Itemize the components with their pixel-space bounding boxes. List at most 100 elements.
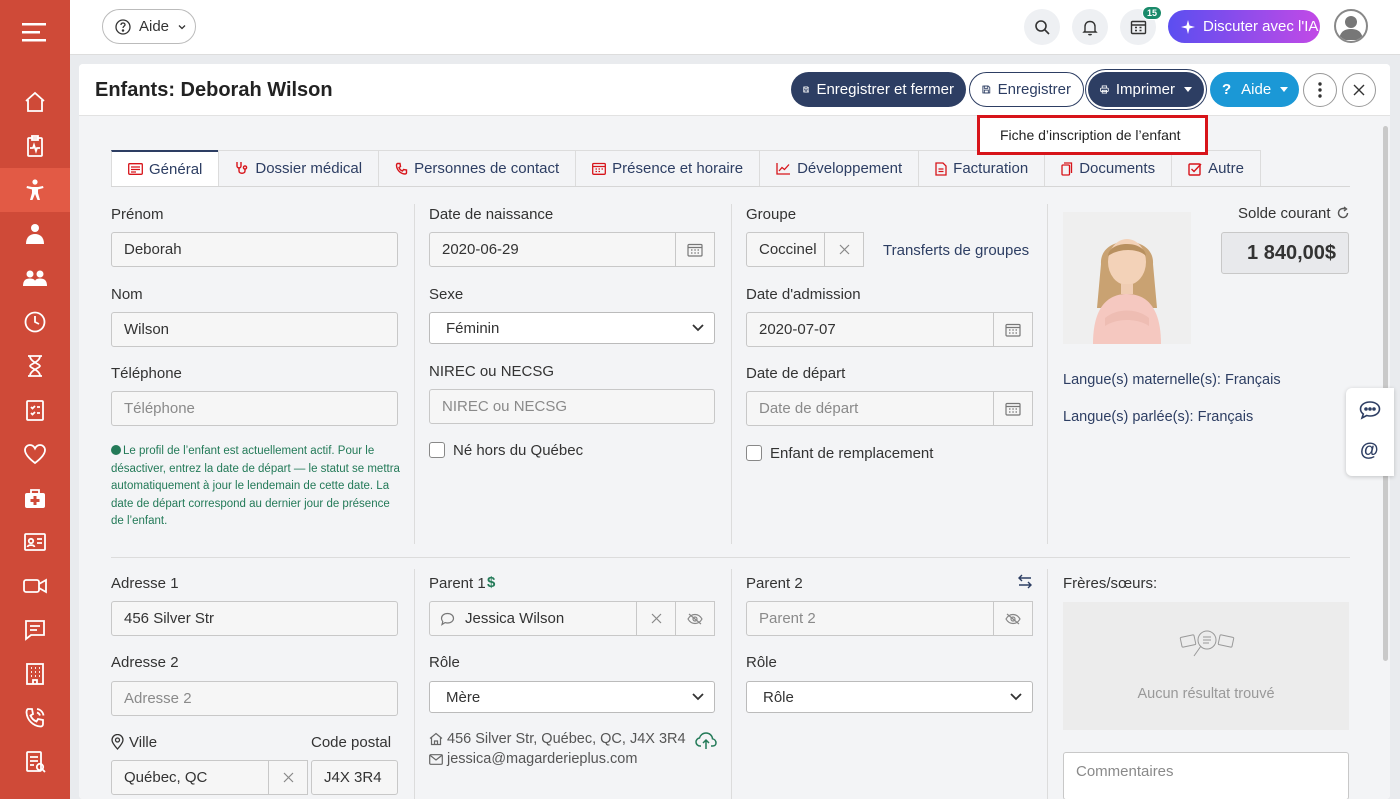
phone-icon <box>395 162 408 175</box>
postal-code-label: Code postal <box>311 734 392 751</box>
active-status-note: Le profil de l’enfant est actuellement a… <box>111 443 403 531</box>
admission-date-picker[interactable] <box>993 312 1033 347</box>
search-icon <box>1035 20 1050 35</box>
born-outside-quebec-checkbox[interactable] <box>429 442 445 458</box>
departure-date-picker[interactable] <box>993 391 1033 426</box>
more-options-button[interactable] <box>1303 73 1337 107</box>
section-divider <box>111 557 1350 558</box>
at-sign-icon[interactable]: @ <box>1360 440 1379 462</box>
tab-attendance-schedule[interactable]: Présence et horaire <box>575 150 761 186</box>
nirec-label: NIREC ou NECSG <box>429 363 555 380</box>
city-input[interactable]: Québec, QC <box>111 760 308 795</box>
floating-side-panel: @ <box>1346 388 1394 476</box>
building-icon[interactable] <box>0 652 70 696</box>
tab-documents[interactable]: Documents <box>1044 150 1173 186</box>
video-icon[interactable] <box>0 564 70 608</box>
tab-label: Développement <box>797 160 903 177</box>
date-of-birth-input[interactable]: 2020-06-29 <box>429 232 715 267</box>
help-button[interactable]: ? Aide <box>1210 72 1299 107</box>
parent2-role-select[interactable]: Rôle <box>746 681 1033 713</box>
first-name-input[interactable]: Deborah <box>111 232 398 267</box>
clear-parent1-button[interactable] <box>636 601 676 636</box>
child-portrait-image <box>1063 212 1191 344</box>
hide-parent2-button[interactable] <box>993 601 1033 636</box>
save-button[interactable]: Enregistrer <box>969 72 1084 107</box>
departure-date-input[interactable]: Date de départ <box>746 391 1033 426</box>
save-and-close-button[interactable]: Enregistrer et fermer <box>791 72 966 107</box>
group-icon[interactable] <box>0 256 70 300</box>
phone-icon[interactable] <box>0 696 70 740</box>
clock-icon[interactable] <box>0 300 70 344</box>
last-name-label: Nom <box>111 286 143 303</box>
notifications-button[interactable] <box>1072 9 1108 45</box>
sex-select[interactable]: Féminin <box>429 312 715 344</box>
tab-label: Facturation <box>953 160 1029 177</box>
group-transfers-link[interactable]: Transferts de groupes <box>883 242 1029 259</box>
postal-code-value: J4X 3R4 <box>324 769 382 786</box>
home-icon[interactable] <box>0 80 70 124</box>
tab-contact-persons[interactable]: Personnes de contact <box>378 150 577 186</box>
mother-tongue-info: Langue(s) maternelle(s): Français <box>1063 372 1281 388</box>
help-dropdown[interactable]: Aide <box>102 9 196 44</box>
print-menu-item-registration-form[interactable]: Fiche d’inscription de l’enfant <box>977 115 1208 155</box>
replacement-child-checkbox[interactable] <box>746 445 762 461</box>
child-icon[interactable] <box>0 168 70 212</box>
group-select[interactable]: Coccinel <box>746 232 864 267</box>
parent1-select[interactable]: Jessica Wilson <box>429 601 715 636</box>
cloud-upload-icon[interactable] <box>695 732 717 750</box>
parent2-placeholder: Parent 2 <box>759 610 816 627</box>
chevron-down-icon <box>178 24 186 29</box>
message-icon[interactable] <box>0 608 70 652</box>
chat-with-ai-button[interactable]: Discuter avec l'IA <box>1168 10 1320 43</box>
nirec-input[interactable]: NIREC ou NECSG <box>429 389 715 424</box>
city-label: Ville <box>129 734 158 751</box>
last-name-input[interactable]: Wilson <box>111 312 398 347</box>
child-photo[interactable] <box>1063 212 1191 344</box>
checklist-icon[interactable] <box>0 388 70 432</box>
caret-down-icon <box>1184 87 1192 92</box>
calendar-icon <box>1005 323 1021 337</box>
parent2-select[interactable]: Parent 2 <box>746 601 1033 636</box>
no-results-icon <box>1179 630 1235 657</box>
address2-input[interactable]: Adresse 2 <box>111 681 398 716</box>
parent1-role-select[interactable]: Mère <box>429 681 715 713</box>
parent1-email[interactable]: jessica@magarderieplus.com <box>447 751 637 767</box>
postal-code-input[interactable]: J4X 3R4 <box>311 760 398 795</box>
swap-arrows-icon[interactable] <box>1017 574 1033 589</box>
tab-development[interactable]: Développement <box>759 150 920 186</box>
staff-icon[interactable] <box>0 212 70 256</box>
hide-parent1-button[interactable] <box>675 601 715 636</box>
date-of-birth-picker[interactable] <box>675 232 715 267</box>
comments-placeholder: Commentaires <box>1076 763 1174 780</box>
hourglass-icon[interactable] <box>0 344 70 388</box>
refresh-icon[interactable] <box>1336 206 1350 220</box>
clear-city-button[interactable] <box>268 760 308 795</box>
id-card-icon[interactable] <box>0 520 70 564</box>
heart-icon[interactable] <box>0 432 70 476</box>
menu-icon[interactable] <box>0 10 70 54</box>
no-results-text: Aucun résultat trouvé <box>1137 686 1275 702</box>
clipboard-health-icon[interactable] <box>0 124 70 168</box>
tab-other[interactable]: Autre <box>1171 150 1261 186</box>
dollar-icon[interactable]: $ <box>487 574 495 591</box>
tab-billing[interactable]: Facturation <box>918 150 1046 186</box>
search-button[interactable] <box>1024 9 1060 45</box>
siblings-label: Frères/sœurs: <box>1063 575 1158 592</box>
parent1-role-value: Mère <box>446 688 481 706</box>
print-button[interactable]: Imprimer <box>1088 72 1204 107</box>
user-avatar[interactable] <box>1334 9 1368 43</box>
address1-input[interactable]: 456 Silver Str <box>111 601 398 636</box>
chat-icon[interactable] <box>1359 400 1381 420</box>
admission-date-input[interactable]: 2020-07-07 <box>746 312 1033 347</box>
first-aid-icon[interactable] <box>0 476 70 520</box>
tab-label: Autre <box>1208 160 1244 177</box>
comments-textarea[interactable]: Commentaires <box>1063 752 1349 799</box>
calendar-tasks-button[interactable]: 15 <box>1120 6 1162 45</box>
clear-group-button[interactable] <box>824 232 864 267</box>
phone-input[interactable]: Téléphone <box>111 391 398 426</box>
tab-medical-record[interactable]: Dossier médical <box>218 150 380 186</box>
printer-icon <box>1100 85 1109 94</box>
report-icon[interactable] <box>0 740 70 784</box>
tab-general[interactable]: Général <box>111 150 220 186</box>
close-button[interactable] <box>1342 73 1376 107</box>
